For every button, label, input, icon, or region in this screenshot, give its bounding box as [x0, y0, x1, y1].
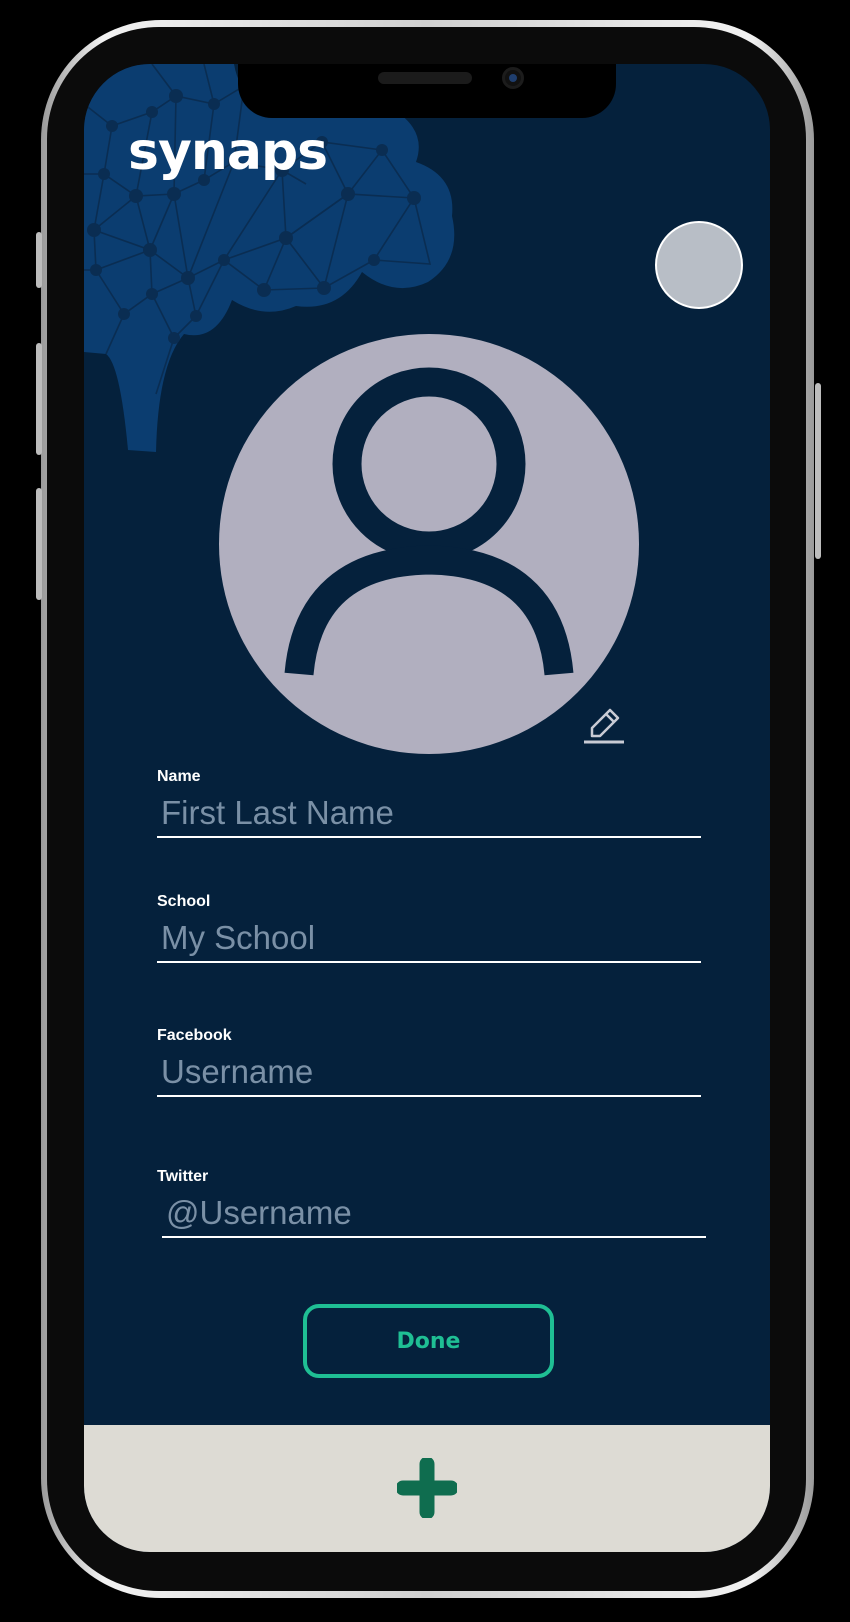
- person-icon: [284, 367, 574, 676]
- phone-volume-down: [36, 488, 42, 600]
- phone-power-button: [815, 383, 821, 559]
- school-label: School: [157, 893, 211, 910]
- school-field: School: [157, 893, 701, 963]
- app-logo: synaps: [128, 122, 328, 182]
- app-screen: synaps Name School Facebook Twitter Done: [84, 64, 770, 1552]
- account-avatar[interactable]: [655, 221, 743, 309]
- done-button[interactable]: Done: [303, 1304, 554, 1378]
- school-input[interactable]: [157, 919, 701, 963]
- phone-silent-switch: [36, 232, 42, 288]
- phone-volume-up: [36, 343, 42, 455]
- plus-icon[interactable]: [397, 1458, 457, 1518]
- twitter-input[interactable]: [162, 1194, 706, 1238]
- facebook-field: Facebook: [157, 1027, 701, 1097]
- facebook-input[interactable]: [157, 1053, 701, 1097]
- name-label: Name: [157, 768, 201, 785]
- profile-photo[interactable]: [219, 334, 639, 754]
- twitter-label: Twitter: [157, 1168, 209, 1185]
- name-field: Name: [157, 768, 701, 838]
- front-camera: [502, 67, 524, 89]
- device-notch: [238, 64, 616, 118]
- facebook-label: Facebook: [157, 1027, 232, 1044]
- pencil-icon[interactable]: [582, 700, 626, 744]
- twitter-field: Twitter: [157, 1168, 706, 1238]
- speaker-grille: [378, 72, 472, 84]
- bottom-bar: [84, 1425, 770, 1552]
- name-input[interactable]: [157, 794, 701, 838]
